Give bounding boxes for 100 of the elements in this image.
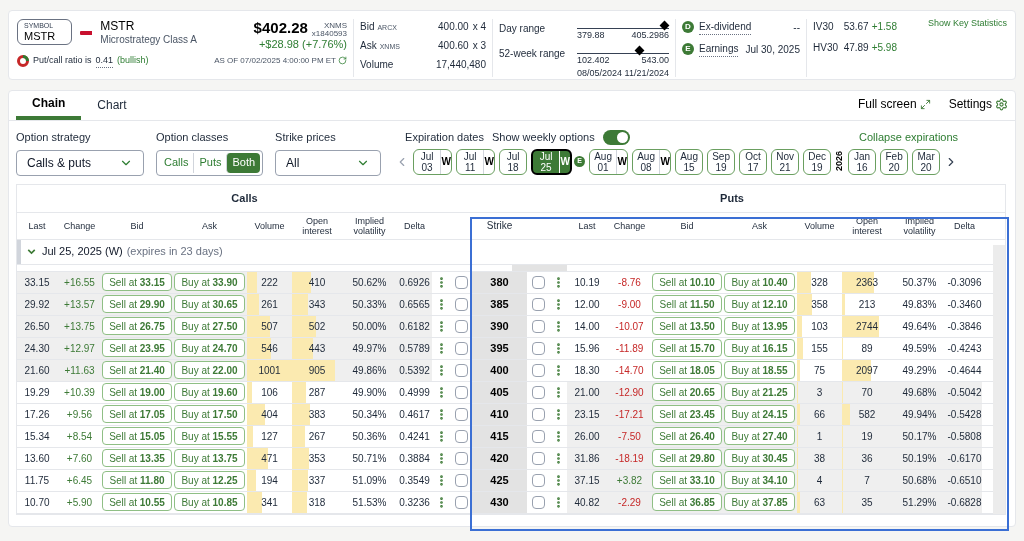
sell-button[interactable]: Sell at 11.80 xyxy=(102,471,172,489)
sell-button[interactable]: Sell at 29.90 xyxy=(102,295,172,313)
sell-button[interactable]: Sell at 20.65 xyxy=(652,383,722,401)
quote-label: Ask xyxy=(360,39,377,53)
buy-button[interactable]: Buy at 10.85 xyxy=(174,493,245,511)
sell-button[interactable]: Sell at 18.05 xyxy=(652,361,722,379)
row-checkbox[interactable] xyxy=(531,275,545,289)
expiration-date[interactable]: Oct 17 xyxy=(739,148,768,175)
expiration-date[interactable]: Jul 18 xyxy=(499,148,528,175)
row-checkbox[interactable] xyxy=(531,429,545,443)
buy-button[interactable]: Buy at 24.15 xyxy=(724,405,795,423)
row-checkbox[interactable] xyxy=(454,495,468,509)
expirations-label: Expiration dates xyxy=(405,130,484,145)
sell-button[interactable]: Sell at 21.40 xyxy=(102,361,172,379)
strike-dropdown[interactable]: All xyxy=(275,149,382,176)
row-checkbox[interactable] xyxy=(531,407,545,421)
sell-button[interactable]: Sell at 13.35 xyxy=(102,449,172,467)
row-checkbox[interactable] xyxy=(454,341,468,355)
tab[interactable]: Chart xyxy=(81,90,143,120)
row-checkbox[interactable] xyxy=(531,451,545,465)
buy-button[interactable]: Buy at 21.25 xyxy=(724,383,795,401)
buy-button[interactable]: Buy at 15.55 xyxy=(174,427,245,445)
iv-cell-text: 49.97% xyxy=(351,341,388,356)
sell-button[interactable]: Sell at 15.70 xyxy=(652,339,722,357)
sell-button[interactable]: Sell at 11.50 xyxy=(652,295,722,313)
buy-button[interactable]: Buy at 12.10 xyxy=(724,295,795,313)
expiration-date[interactable]: Nov 21 xyxy=(771,148,800,175)
collapse-expirations-link[interactable]: Collapse expirations xyxy=(859,129,959,146)
buy-button[interactable]: Buy at 17.50 xyxy=(174,405,245,423)
sell-button[interactable]: Sell at 23.45 xyxy=(652,405,722,423)
row-checkbox[interactable] xyxy=(454,407,468,421)
weekly-toggle[interactable] xyxy=(602,129,630,145)
row-checkbox[interactable] xyxy=(454,275,468,289)
buy-button[interactable]: Buy at 19.60 xyxy=(174,383,245,401)
expiration-date[interactable]: Aug 15 xyxy=(675,148,704,175)
full-screen-button[interactable]: Full screen xyxy=(857,95,931,113)
sell-button[interactable]: Sell at 36.85 xyxy=(652,493,722,511)
row-checkbox[interactable] xyxy=(454,385,468,399)
sell-button[interactable]: Sell at 10.55 xyxy=(102,493,172,511)
row-checkbox[interactable] xyxy=(454,429,468,443)
expiration-date[interactable]: Feb 20 xyxy=(880,148,909,175)
strike-cell: 400 xyxy=(472,359,527,381)
buy-button[interactable]: Buy at 33.90 xyxy=(174,273,245,291)
buy-button[interactable]: Buy at 30.45 xyxy=(724,449,795,467)
refresh-icon[interactable] xyxy=(338,56,347,65)
sell-button[interactable]: Sell at 15.05 xyxy=(102,427,172,445)
buy-button[interactable]: Buy at 13.75 xyxy=(174,449,245,467)
class-option[interactable]: Both xyxy=(226,152,261,173)
row-checkbox[interactable] xyxy=(531,341,545,355)
last-cell-text: 15.34 xyxy=(23,429,51,444)
settings-button[interactable]: Settings xyxy=(948,95,1008,113)
delta-cell-text: 0.5392 xyxy=(398,363,431,378)
sell-button[interactable]: Sell at 26.75 xyxy=(102,317,172,335)
sell-button[interactable]: Sell at 19.00 xyxy=(102,383,172,401)
buy-button[interactable]: Buy at 10.40 xyxy=(724,273,795,291)
row-checkbox[interactable] xyxy=(531,363,545,377)
buy-button[interactable]: Buy at 22.00 xyxy=(174,361,245,379)
expiration-date[interactable]: Mar 20 xyxy=(912,148,941,175)
row-checkbox[interactable] xyxy=(454,473,468,487)
scrollbar[interactable] xyxy=(993,244,1005,514)
expiration-date[interactable]: Jan 16 xyxy=(848,148,877,175)
sell-button[interactable]: Sell at 33.10 xyxy=(652,471,722,489)
buy-button[interactable]: Buy at 34.10 xyxy=(724,471,795,489)
row-checkbox[interactable] xyxy=(454,451,468,465)
sell-button[interactable]: Sell at 10.10 xyxy=(652,273,722,291)
sell-button[interactable]: Sell at 23.95 xyxy=(102,339,172,357)
key-statistics-link[interactable]: Show Key Statistics xyxy=(927,17,1007,79)
row-checkbox[interactable] xyxy=(454,297,468,311)
row-checkbox[interactable] xyxy=(531,319,545,333)
row-checkbox[interactable] xyxy=(531,473,545,487)
expiration-date[interactable]: Sep 19 xyxy=(707,148,736,175)
buy-button[interactable]: Buy at 37.85 xyxy=(724,493,795,511)
buy-button[interactable]: Buy at 30.65 xyxy=(174,295,245,313)
year-marker: 2026 xyxy=(835,151,845,172)
row-checkbox[interactable] xyxy=(531,385,545,399)
row-checkbox[interactable] xyxy=(454,319,468,333)
buy-button[interactable]: Buy at 18.55 xyxy=(724,361,795,379)
buy-button[interactable]: Buy at 13.95 xyxy=(724,317,795,335)
class-option[interactable]: Calls xyxy=(159,152,194,173)
expiration-group-header[interactable]: Jul 25, 2025 (W) (expires in 23 days) xyxy=(17,239,452,264)
row-checkbox[interactable] xyxy=(531,297,545,311)
buy-button[interactable]: Buy at 16.15 xyxy=(724,339,795,357)
strategy-dropdown[interactable]: Calls & puts xyxy=(16,149,144,176)
row-checkbox[interactable] xyxy=(531,495,545,509)
delta-cell-text: 0.3884 xyxy=(398,451,431,466)
expiration-date[interactable]: Dec 19 xyxy=(803,148,832,175)
buy-button[interactable]: Buy at 12.25 xyxy=(174,471,245,489)
row-checkbox[interactable] xyxy=(454,363,468,377)
sell-button[interactable]: Sell at 33.15 xyxy=(102,273,172,291)
sell-button[interactable]: Sell at 29.80 xyxy=(652,449,722,467)
sell-button[interactable]: Sell at 13.50 xyxy=(652,317,722,335)
price-exchange: XNMS xyxy=(323,21,347,30)
buy-button[interactable]: Buy at 27.50 xyxy=(174,317,245,335)
company-name: Microstrategy Class A xyxy=(100,34,197,47)
sell-button[interactable]: Sell at 26.40 xyxy=(652,427,722,445)
range-label: Day range xyxy=(499,22,547,36)
buy-button[interactable]: Buy at 24.70 xyxy=(174,339,245,357)
buy-button[interactable]: Buy at 27.40 xyxy=(724,427,795,445)
sell-button[interactable]: Sell at 17.05 xyxy=(102,405,172,423)
tab[interactable]: Chain xyxy=(16,90,82,120)
